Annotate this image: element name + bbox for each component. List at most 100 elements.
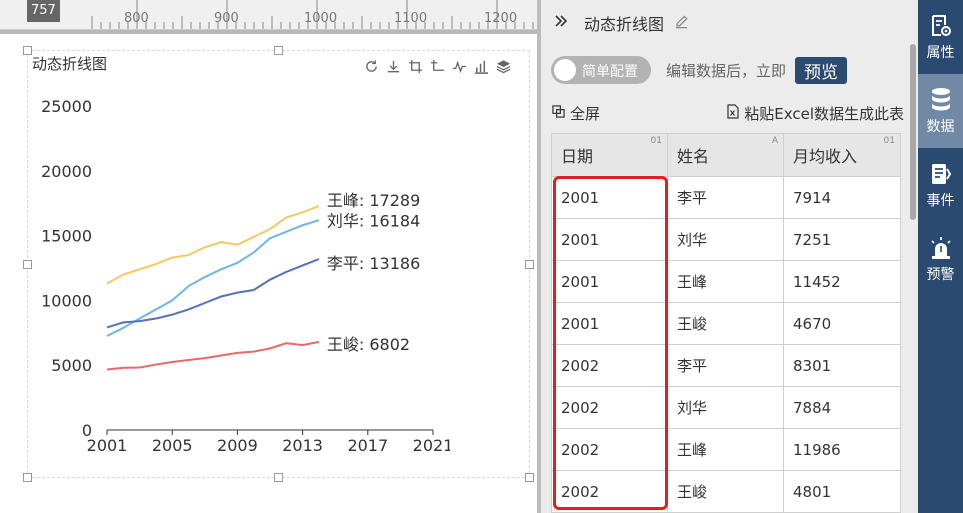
crop-alt-icon[interactable] (428, 57, 446, 75)
x-tick-label: 2013 (282, 436, 323, 455)
column-header-label: 月均收入 (793, 147, 858, 166)
crop-icon[interactable] (406, 57, 424, 75)
stack-icon[interactable] (494, 57, 512, 75)
panel-header: 动态折线图 (541, 0, 918, 46)
event-list-icon (930, 160, 952, 188)
fullscreen-button[interactable]: 全屏 (552, 103, 600, 124)
table-cell[interactable]: 2002 (551, 386, 668, 429)
resize-handle-bottom[interactable] (274, 473, 283, 482)
text-type-icon: A (771, 136, 778, 146)
toggle-label: 简单配置 (582, 64, 638, 80)
table-cell[interactable]: 7914 (783, 176, 901, 219)
table-cell[interactable]: 2001 (551, 176, 668, 219)
sidebar-item-data[interactable]: 数据 (918, 74, 963, 148)
table-cell[interactable]: 7884 (783, 386, 901, 429)
resize-handle-bottom-left[interactable] (23, 473, 32, 482)
settings-doc-icon (929, 12, 953, 40)
sidebar-item-properties[interactable]: 属性 (918, 0, 963, 74)
sidebar-label: 预警 (926, 267, 955, 283)
table-cell[interactable]: 王峰 (667, 260, 784, 303)
simple-config-toggle[interactable]: 简单配置 (551, 56, 651, 84)
fullscreen-icon (552, 105, 565, 122)
resize-handle-top-left[interactable] (23, 46, 32, 55)
table-cell[interactable]: 李平 (667, 176, 784, 219)
sidebar-label: 属性 (926, 45, 955, 61)
table-cell[interactable]: 王峰 (667, 428, 784, 471)
right-sidebar: 属性 数据 事件 预警 (918, 0, 963, 513)
x-tick-label: 2017 (347, 436, 388, 455)
table-cell[interactable]: 2001 (551, 302, 668, 345)
table-cell[interactable]: 2002 (551, 428, 668, 471)
chart-axes: 05000100001500020000250002001 2005 2009 201… (41, 97, 450, 455)
resize-handle-bottom-right[interactable] (525, 473, 534, 482)
ruler-position-label: 757 (27, 0, 60, 22)
x-tick-label: 2009 (217, 436, 258, 455)
horizontal-ruler: 8009001000110012001300 757 (0, 0, 541, 30)
table-cell[interactable]: 2001 (551, 218, 668, 261)
refresh-icon[interactable] (362, 57, 380, 75)
panel-scrollbar[interactable] (910, 44, 916, 220)
table-cell[interactable]: 2002 (551, 470, 668, 513)
table-cell[interactable]: 7251 (783, 218, 901, 261)
table-cell[interactable]: 王峻 (667, 302, 784, 345)
paste-excel-label: 粘贴Excel数据生成此表 (744, 105, 904, 123)
ruler-label: 1100 (394, 11, 427, 26)
column-header-name[interactable]: 姓名 A (667, 133, 784, 177)
table-cell[interactable]: 刘华 (667, 386, 784, 429)
sidebar-item-alerts[interactable]: 预警 (918, 222, 963, 296)
chart-series (106, 205, 320, 371)
y-tick-label: 25000 (41, 97, 92, 116)
y-tick-label: 5000 (51, 356, 92, 375)
alarm-icon (929, 234, 953, 262)
data-table: 日期 01 姓名 A 月均收入 01 2001 李平 7914 2001 刘华 725… (551, 133, 901, 513)
edit-title-icon[interactable] (674, 14, 689, 33)
download-icon[interactable] (384, 57, 402, 75)
table-cell[interactable]: 8301 (783, 344, 901, 387)
column-header-label: 姓名 (677, 147, 710, 166)
table-row: 2001 王峻 4670 (551, 302, 901, 345)
table-cell[interactable]: 2001 (551, 260, 668, 303)
table-row: 2001 刘华 7251 (551, 218, 901, 261)
number-type-icon: 01 (650, 136, 662, 146)
table-cell[interactable]: 4670 (783, 302, 901, 345)
column-header-date[interactable]: 日期 01 (551, 133, 668, 177)
table-cell[interactable]: 刘华 (667, 218, 784, 261)
table-cell[interactable]: 4801 (783, 470, 901, 513)
edit-hint-text: 编辑数据后，立即 (666, 61, 787, 80)
data-panel: 动态折线图 简单配置 编辑数据后，立即 预览 全屏 粘贴Excel数据生成此表 … (541, 0, 918, 513)
chart-end-labels: 王峰: 17289刘华: 16184 李平: 13186 王峻: 6802 (327, 191, 420, 354)
number-type-icon: 01 (883, 136, 895, 146)
fullscreen-label: 全屏 (570, 105, 601, 123)
table-cell[interactable]: 11452 (783, 260, 901, 303)
resize-handle-right[interactable] (525, 260, 534, 269)
table-row: 2002 王峰 11986 (551, 428, 901, 471)
bar-chart-icon[interactable] (472, 57, 490, 75)
table-cell[interactable]: 2002 (551, 344, 668, 387)
preview-button[interactable]: 预览 (795, 56, 848, 84)
collapse-panel-icon[interactable] (554, 13, 572, 33)
x-tick-label: 2021 (413, 436, 450, 455)
table-cell[interactable]: 11986 (783, 428, 901, 471)
series-end-label: 王峰: 17289 (327, 191, 420, 210)
table-cell[interactable]: 李平 (667, 344, 784, 387)
y-tick-label: 15000 (41, 227, 92, 246)
design-canvas[interactable]: 8009001000110012001300 757 动态折线图 (0, 0, 541, 513)
paste-excel-button[interactable]: 粘贴Excel数据生成此表 (727, 103, 904, 124)
sidebar-item-events[interactable]: 事件 (918, 148, 963, 222)
line-chart-icon[interactable] (450, 57, 468, 75)
table-cell[interactable]: 王峻 (667, 470, 784, 513)
resize-handle-top[interactable] (274, 46, 283, 55)
x-tick-label: 2005 (152, 436, 193, 455)
table-row: 2001 王峰 11452 (551, 260, 901, 303)
config-row: 简单配置 编辑数据后，立即 预览 (551, 54, 848, 86)
database-icon (929, 86, 953, 114)
sidebar-label: 数据 (926, 119, 955, 135)
ruler-shadow-bar (0, 30, 541, 34)
table-row: 2002 刘华 7884 (551, 386, 901, 429)
column-header-income[interactable]: 月均收入 01 (783, 133, 901, 177)
x-tick-label: 2001 (87, 436, 128, 455)
table-row: 2002 李平 8301 (551, 344, 901, 387)
toggle-knob (554, 59, 576, 81)
ruler-ticks: 8009001000110012001300 (91, 0, 534, 29)
series-end-label: 王峻: 6802 (327, 335, 410, 354)
